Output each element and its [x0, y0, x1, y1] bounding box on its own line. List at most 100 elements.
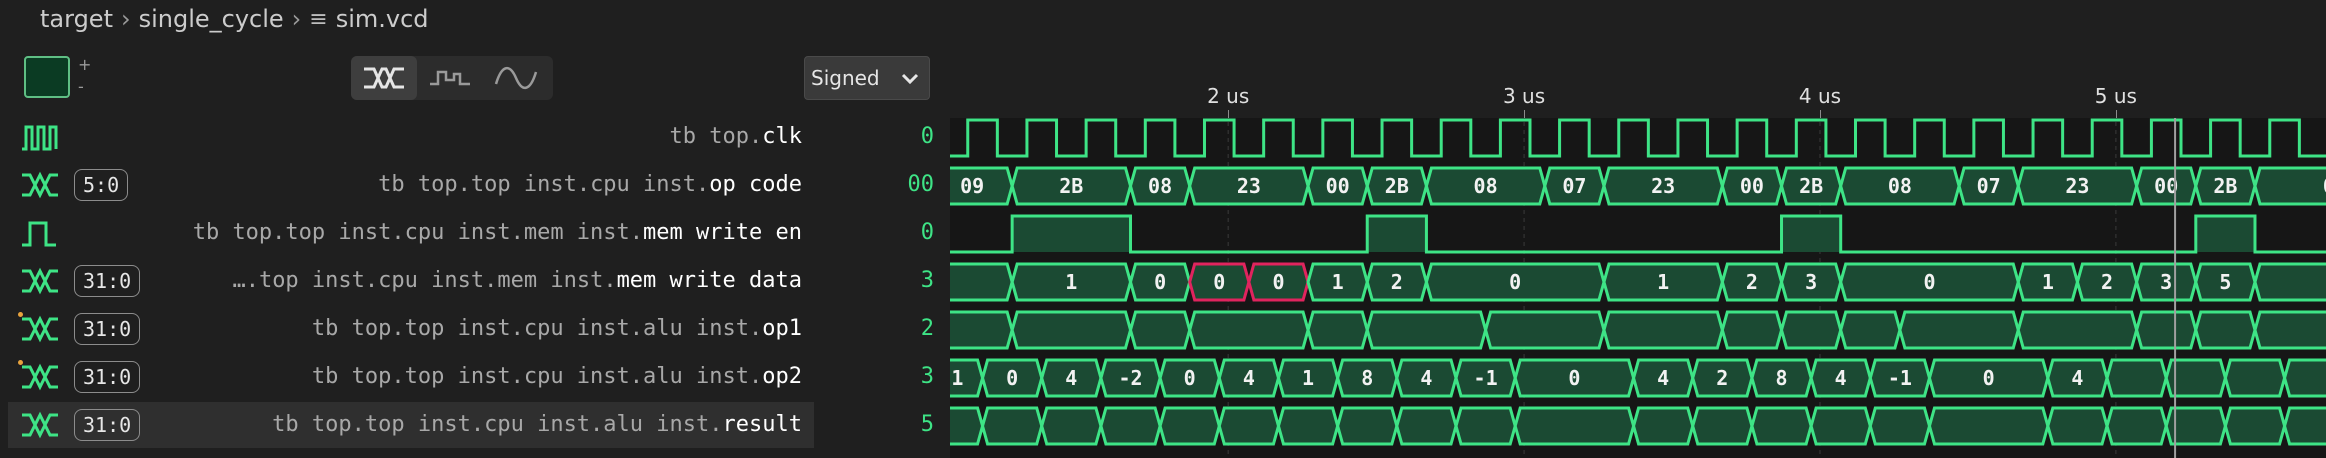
- bus-segment[interactable]: [1779, 310, 1843, 350]
- bus-segment-value: 08: [1474, 174, 1498, 198]
- bus-segment-value: 2B: [1059, 174, 1083, 198]
- bus-segment[interactable]: [2105, 406, 2168, 446]
- waveform-row[interactable]: 1 0 4 -2 0 4 1 8 4 -1 0 4 2 8 4 -1 0 4: [950, 358, 2326, 398]
- signal-row[interactable]: tb top.top inst.cpu inst.mem inst.mem wr…: [8, 210, 814, 256]
- bus-segment[interactable]: [1128, 310, 1192, 350]
- signal-name: tb top.top inst.cpu inst.alu inst.result: [272, 402, 802, 448]
- analog-style-button[interactable]: [483, 56, 549, 100]
- bus-icon: [22, 267, 58, 295]
- waveform-row[interactable]: 1000120123012350: [950, 262, 2326, 302]
- bus-segment[interactable]: [1809, 406, 1872, 446]
- bus-segment[interactable]: [1306, 310, 1369, 350]
- bus-segment[interactable]: [1602, 310, 1724, 350]
- bus-segment[interactable]: [2283, 406, 2326, 446]
- waveform-row[interactable]: [950, 214, 2326, 254]
- bus-segment[interactable]: [1927, 406, 2050, 446]
- bus-segment-value: 0: [1154, 270, 1166, 294]
- signal-name: ….top inst.cpu inst.mem inst.mem write d…: [232, 258, 802, 304]
- bus-segment[interactable]: [1395, 406, 1458, 446]
- bus-segment[interactable]: [2253, 310, 2326, 350]
- bus-segment-value: 07: [1977, 174, 2001, 198]
- signal-row[interactable]: 31:0 ….top inst.cpu inst.mem inst.mem wri…: [8, 258, 814, 304]
- bus-segment-value: 23: [1651, 174, 1675, 198]
- value-format-select[interactable]: Signed: [804, 56, 930, 100]
- bus-segment[interactable]: [1839, 310, 1902, 350]
- bus-segment[interactable]: [2253, 166, 2326, 206]
- bus-style-button[interactable]: [351, 56, 417, 100]
- bus-segment-value: 07: [1562, 174, 1586, 198]
- signal-scope: tb top.top inst.cpu inst.mem inst.: [192, 220, 644, 245]
- bus-segment-value: 2: [1391, 270, 1403, 294]
- bus-segment[interactable]: [950, 406, 985, 446]
- bus-segment-value: 1: [1302, 366, 1314, 390]
- bus-segment-value: 2: [1746, 270, 1758, 294]
- bus-segment[interactable]: [1750, 406, 1813, 446]
- bus-segment[interactable]: [1454, 406, 1517, 446]
- bit-high-fill: [1781, 216, 1841, 252]
- breadcrumb-file[interactable]: sim.vcd: [336, 5, 429, 33]
- bus-segment[interactable]: [1720, 310, 1784, 350]
- signal-name-list: tb top.clk 5:0 tb top.top inst.cpu inst.op…: [0, 114, 814, 458]
- bus-segment[interactable]: [1632, 406, 1695, 446]
- bus-segment[interactable]: [1217, 406, 1281, 446]
- signal-scope: ….top inst.cpu inst.mem inst.: [232, 268, 617, 293]
- zoom-in-button[interactable]: +: [78, 56, 91, 74]
- clock-icon: [22, 125, 58, 151]
- breadcrumb-item-single-cycle[interactable]: single_cycle: [139, 5, 284, 33]
- bus-segment[interactable]: [2283, 358, 2326, 398]
- bus-segment[interactable]: [2253, 262, 2326, 302]
- bus-segment[interactable]: [2223, 358, 2287, 398]
- bus-segment[interactable]: [1365, 310, 1488, 350]
- minimap-swatch[interactable]: [24, 56, 70, 98]
- bit-high-fill: [1367, 216, 1427, 252]
- bus-segment[interactable]: [1099, 406, 1162, 446]
- bus-segment[interactable]: [2016, 310, 2139, 350]
- waveform-row[interactable]: [950, 118, 2326, 158]
- bus-segment[interactable]: [1158, 406, 1221, 446]
- waveform-viewport[interactable]: 092B0823002B080723002B080723002B08100012…: [950, 74, 2326, 458]
- bus-segment-value: 5: [2219, 270, 2231, 294]
- zoom-out-button[interactable]: -: [78, 78, 84, 96]
- signal-scope: tb top.top inst.cpu inst.: [378, 172, 710, 197]
- time-ruler[interactable]: 2 us 3 us 4 us 5 us: [950, 74, 2326, 118]
- bus-segment[interactable]: [1188, 310, 1310, 350]
- clock-trace: [950, 118, 2326, 158]
- bus-segment-value: 2B: [2213, 174, 2237, 198]
- bus-segment[interactable]: [2105, 358, 2168, 398]
- signal-value: 00: [907, 172, 935, 197]
- breadcrumb-item-target[interactable]: target: [40, 5, 113, 33]
- bus-segment[interactable]: [1513, 406, 1636, 446]
- bus-segment[interactable]: [2046, 406, 2109, 446]
- step-style-button[interactable]: [417, 56, 483, 100]
- signal-name: tb top.clk: [670, 114, 802, 160]
- signal-value: 0: [920, 220, 934, 245]
- bus-segment-value: 3: [1805, 270, 1817, 294]
- bit-icon: [22, 221, 56, 247]
- signal-row[interactable]: tb top.clk: [8, 114, 814, 160]
- bus-segment[interactable]: [950, 310, 1014, 350]
- signal-row[interactable]: 31:0 tb top.top inst.cpu inst.alu inst.op…: [8, 354, 814, 400]
- bus-segment[interactable]: [1484, 310, 1606, 350]
- signal-row[interactable]: 31:0 tb top.top inst.cpu inst.alu inst.op…: [8, 306, 814, 352]
- bus-segment[interactable]: [1336, 406, 1399, 446]
- bus-segment[interactable]: [2223, 406, 2287, 446]
- signal-row[interactable]: 5:0 tb top.top inst.cpu inst.op code: [8, 162, 814, 208]
- waveform-row[interactable]: [950, 406, 2326, 446]
- bus-segment[interactable]: [980, 406, 1044, 446]
- bus-segment[interactable]: [2135, 310, 2198, 350]
- bus-segment[interactable]: [1691, 406, 1754, 446]
- bus-segment[interactable]: [1010, 310, 1133, 350]
- signal-row[interactable]: 31:0 tb top.top inst.cpu inst.alu inst.re…: [8, 402, 814, 448]
- bus-segment[interactable]: [1898, 310, 2020, 350]
- bus-segment[interactable]: [950, 262, 1014, 302]
- bus-segment[interactable]: [1040, 406, 1103, 446]
- bus-segment-value: 4: [1835, 366, 1847, 390]
- bus-segment-value: 4: [1420, 366, 1432, 390]
- breadcrumb: target › single_cycle › ≡ sim.vcd: [0, 0, 2326, 38]
- bus-segment[interactable]: [1868, 406, 1932, 446]
- waveform-row[interactable]: 092B0823002B080723002B080723002B08: [950, 166, 2326, 206]
- bus-segment-value: 08: [1148, 174, 1172, 198]
- bus-segment[interactable]: [1276, 406, 1340, 446]
- waveform-row[interactable]: [950, 310, 2326, 350]
- bus-segment[interactable]: [2194, 310, 2257, 350]
